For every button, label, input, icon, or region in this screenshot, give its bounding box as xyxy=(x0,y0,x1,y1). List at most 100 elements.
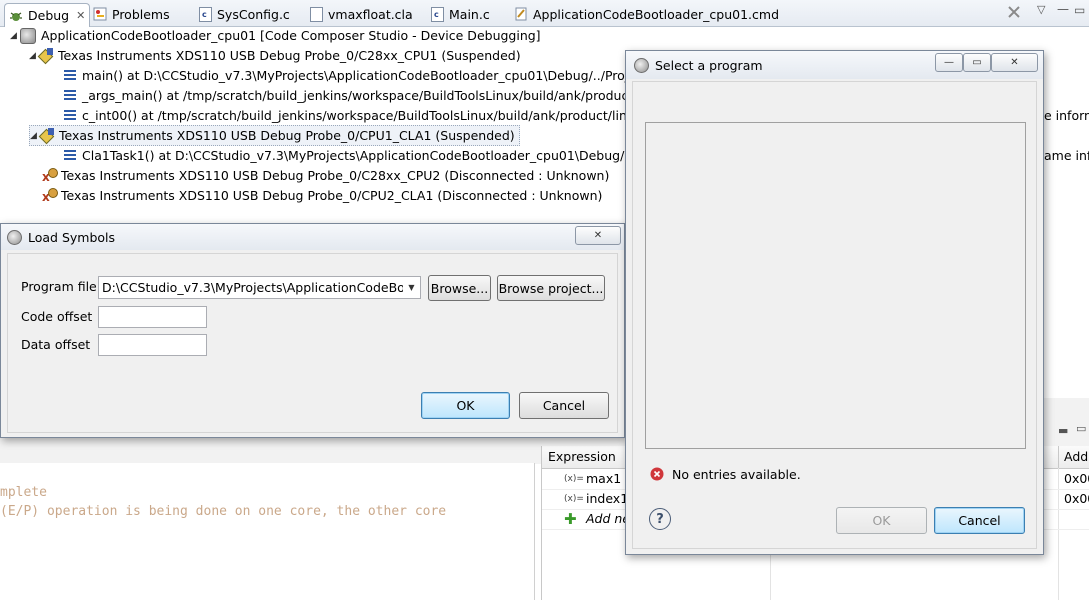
stack-frame[interactable]: _args_main() at /tmp/scratch/build_jenki… xyxy=(64,86,660,105)
tab-sysconfig[interactable]: c SysConfig.c xyxy=(199,3,290,25)
tree-launch-node[interactable]: ◢ ApplicationCodeBootloader_cpu01 [Code … xyxy=(10,26,541,45)
tree-cla2-node[interactable]: x Texas Instruments XDS110 USB Debug Pro… xyxy=(42,186,602,205)
tab-label: Problems xyxy=(112,6,170,22)
expression-value: 0x00 xyxy=(1064,491,1089,506)
expression-name: max1 xyxy=(586,471,622,486)
problems-icon xyxy=(93,7,107,21)
code-offset-field[interactable] xyxy=(98,306,207,328)
file-icon xyxy=(310,6,323,22)
expression-value: 0x00 xyxy=(1064,471,1089,486)
stack-frame-icon xyxy=(64,70,76,81)
dialog-title: Select a program xyxy=(655,57,763,73)
variable-icon: (x)= xyxy=(564,474,584,484)
add-icon: ✚ xyxy=(564,510,577,528)
close-button[interactable]: ✕ xyxy=(575,226,621,245)
cmd-file-icon xyxy=(514,7,528,21)
chevron-down-icon[interactable]: ▼ xyxy=(403,277,420,298)
tab-label: vmaxfloat.cla xyxy=(328,6,413,22)
tree-node-label: Texas Instruments XDS110 USB Debug Probe… xyxy=(58,48,521,63)
tree-node-label: Texas Instruments XDS110 USB Debug Probe… xyxy=(61,188,603,203)
tab-label: Main.c xyxy=(449,6,490,22)
console-view: mplete (E/P) operation is being done on … xyxy=(0,463,535,600)
ok-button[interactable]: OK xyxy=(421,392,510,419)
truncated-text: ame inf xyxy=(1044,148,1089,163)
frame-label: c_int00() at /tmp/scratch/build_jenkins/… xyxy=(82,108,662,123)
frame-label: Cla1Task1() at D:\CCStudio_v7.3\MyProjec… xyxy=(82,148,660,163)
program-file-label: Program file xyxy=(21,279,97,294)
program-file-combo[interactable]: D:\CCStudio_v7.3\MyProjects\ApplicationC… xyxy=(98,276,421,299)
maximize-button[interactable]: ▭ xyxy=(963,53,991,72)
data-offset-label: Data offset xyxy=(21,337,91,352)
view-menu-icon[interactable]: ▽ xyxy=(1037,3,1045,16)
column-header-expression[interactable]: Expression xyxy=(548,449,616,464)
console-line: mplete xyxy=(0,485,47,500)
frame-label: main() at D:\CCStudio_v7.3\MyProjects\Ap… xyxy=(82,68,659,83)
maximize-view-button[interactable]: ▭ xyxy=(1074,3,1085,17)
app-icon xyxy=(7,229,22,245)
tab-close-icon[interactable]: ✕ xyxy=(76,9,85,22)
program-file-value: D:\CCStudio_v7.3\MyProjects\ApplicationC… xyxy=(102,280,421,295)
tree-node-label: ApplicationCodeBootloader_cpu01 [Code Co… xyxy=(41,28,541,43)
tab-label: ApplicationCodeBootloader_cpu01.cmd xyxy=(533,6,780,22)
tab-label: SysConfig.c xyxy=(217,6,290,22)
expression-name: index1 xyxy=(586,491,629,506)
program-list[interactable] xyxy=(645,122,1026,449)
tree-cpu1-node[interactable]: ◢ Texas Instruments XDS110 USB Debug Pro… xyxy=(29,46,521,65)
browse-project-button[interactable]: Browse project... xyxy=(497,275,605,301)
c-file-icon: c xyxy=(199,6,212,22)
load-symbols-dialog: Load Symbols ✕ Program file D:\CCStudio_… xyxy=(0,223,625,438)
tree-node-label: Texas Instruments XDS110 USB Debug Probe… xyxy=(61,168,610,183)
data-offset-field[interactable] xyxy=(98,334,207,356)
tree-cpu2-node[interactable]: x Texas Instruments XDS110 USB Debug Pro… xyxy=(42,166,609,185)
cancel-button[interactable]: Cancel xyxy=(934,507,1025,534)
minimize-button[interactable]: — xyxy=(935,53,963,72)
editor-tab-bar: Debug ✕ Problems c SysConfig.c vmaxfloat… xyxy=(0,0,1089,27)
stack-frame[interactable]: main() at D:\CCStudio_v7.3\MyProjects\Ap… xyxy=(64,66,658,85)
stack-frame-icon xyxy=(64,110,76,121)
close-button[interactable]: ✕ xyxy=(991,53,1038,72)
dialog-body: No entries available. ? OK Cancel xyxy=(632,81,1037,549)
dialog-title: Load Symbols xyxy=(28,229,116,245)
tree-cla1-node[interactable]: ◢ Texas Instruments XDS110 USB Debug Pro… xyxy=(29,125,520,146)
frame-label: _args_main() at /tmp/scratch/build_jenki… xyxy=(82,88,661,103)
truncated-text: e inform xyxy=(1044,108,1089,123)
collapse-icon[interactable]: ◢ xyxy=(10,31,20,41)
select-program-dialog: Select a program — ▭ ✕ No entries availa… xyxy=(625,50,1044,555)
app-icon xyxy=(634,57,649,73)
dialog-title-bar[interactable]: Load Symbols xyxy=(1,224,624,250)
error-icon xyxy=(650,467,664,481)
help-icon[interactable]: ? xyxy=(649,508,671,530)
code-offset-label: Code offset xyxy=(21,309,93,324)
disconnected-thread-icon: x xyxy=(42,168,58,184)
dialog-body: Program file D:\CCStudio_v7.3\MyProjects… xyxy=(7,253,618,433)
minimize-view-button[interactable]: — xyxy=(1057,2,1069,16)
launch-icon xyxy=(20,27,36,44)
close-all-icon[interactable] xyxy=(1007,5,1021,19)
add-new-label: Add ne xyxy=(586,511,631,526)
tab-debug[interactable]: Debug ✕ xyxy=(4,3,91,27)
column-header-address[interactable]: Add xyxy=(1064,449,1088,464)
tab-vmaxfloat[interactable]: vmaxfloat.cla xyxy=(310,3,413,25)
stack-frame-icon xyxy=(64,90,76,101)
tab-problems[interactable]: Problems xyxy=(93,3,170,25)
tab-main[interactable]: c Main.c xyxy=(431,3,490,25)
tab-label: Debug xyxy=(28,8,70,23)
tab-cmd[interactable]: ApplicationCodeBootloader_cpu01.cmd xyxy=(514,3,779,25)
tree-node-label: Texas Instruments XDS110 USB Debug Probe… xyxy=(59,128,515,143)
console-line: (E/P) operation is being done on one cor… xyxy=(0,504,447,519)
ok-button: OK xyxy=(836,507,927,534)
minimize-view-button[interactable]: ▬ xyxy=(1058,424,1068,437)
maximize-view-button[interactable]: ▭ xyxy=(1076,422,1086,435)
cancel-button[interactable]: Cancel xyxy=(519,392,609,419)
browse-button[interactable]: Browse... xyxy=(428,275,491,301)
suspended-thread-icon xyxy=(38,128,55,145)
debug-icon xyxy=(9,9,23,23)
console-scrollbar[interactable] xyxy=(534,463,535,600)
stack-frame[interactable]: c_int00() at /tmp/scratch/build_jenkins/… xyxy=(64,106,661,125)
disconnected-thread-icon: x xyxy=(42,188,58,204)
c-file-icon: c xyxy=(431,6,444,22)
suspended-thread-icon xyxy=(37,48,54,65)
stack-frame[interactable]: Cla1Task1() at D:\CCStudio_v7.3\MyProjec… xyxy=(64,146,660,165)
variable-icon: (x)= xyxy=(564,494,584,504)
error-message: No entries available. xyxy=(672,467,801,482)
